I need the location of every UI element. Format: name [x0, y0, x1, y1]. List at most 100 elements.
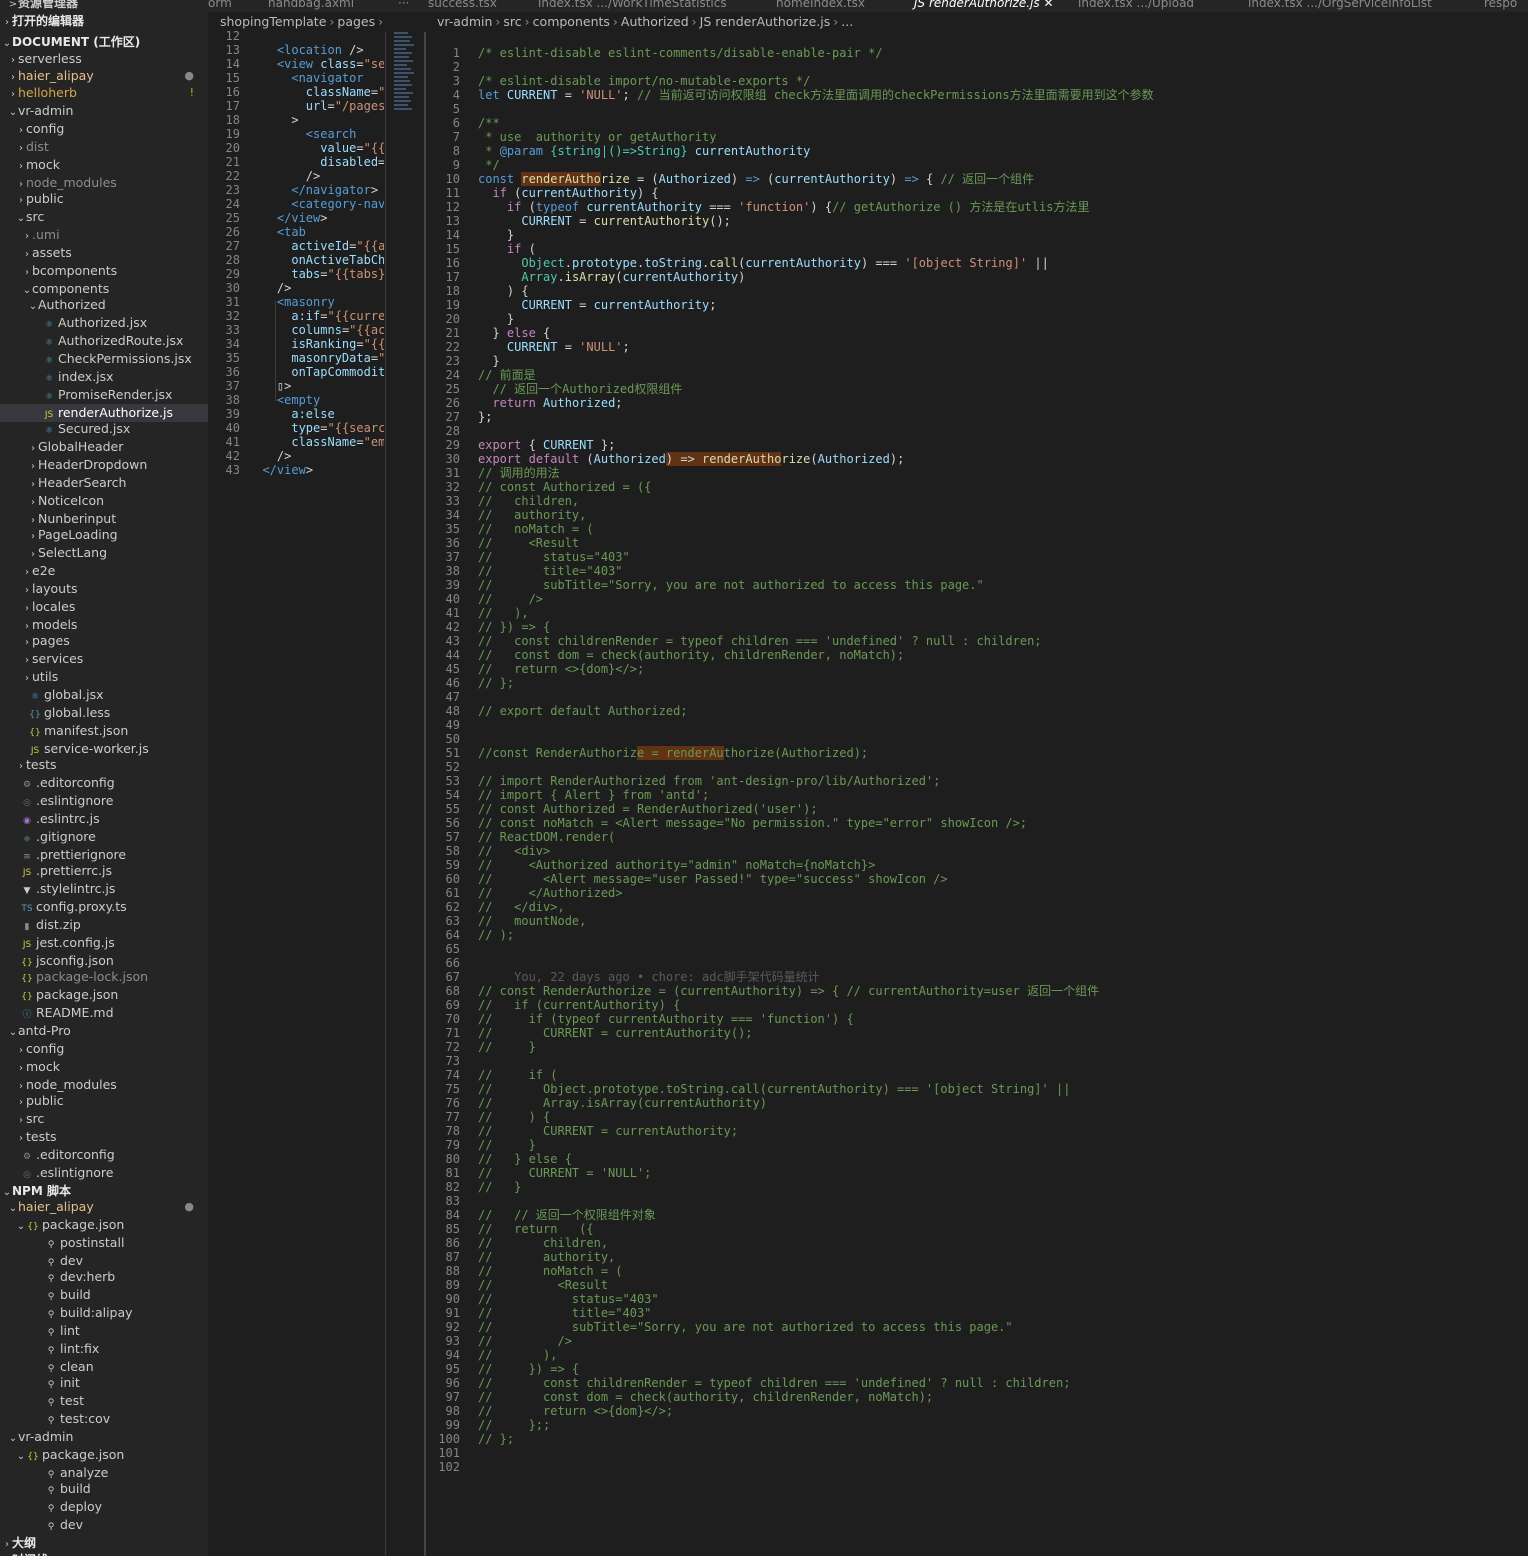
sidebar-tree-item[interactable]: TS config.proxy.ts [0, 898, 208, 916]
code-line[interactable]: // 返回一个Authorized权限组件 [478, 382, 682, 396]
sidebar-tree-item[interactable]: ⌄{} package.json [0, 1446, 208, 1464]
sidebar-section-header[interactable]: ⌄DOCUMENT (工作区) [0, 33, 208, 51]
code-line[interactable]: className=" [248, 85, 384, 99]
sidebar-tree-item[interactable]: ⌄vr-admin [0, 102, 208, 120]
sidebar-tree-item[interactable]: JS jest.config.js [0, 934, 208, 952]
sidebar-tree-item[interactable]: ⚲ dev:herb [0, 1268, 208, 1286]
code-line[interactable]: // if (typeof currentAuthority === 'func… [478, 1012, 854, 1026]
code-line[interactable]: <empty [248, 393, 320, 407]
sidebar-tree-item[interactable]: ⚛ global.jsx [0, 686, 208, 704]
code-line[interactable]: if (currentAuthority) { [478, 186, 658, 200]
chevron-right-icon[interactable]: › [16, 1130, 26, 1146]
code-line[interactable]: // <Result [478, 536, 579, 550]
code-line[interactable]: // ReactDOM.render( [478, 830, 615, 844]
code-line[interactable]: // noMatch = ( [478, 1264, 623, 1278]
code-line[interactable]: // status="403" [478, 550, 630, 564]
breadcrumb-item[interactable]: shopingTemplate [220, 14, 326, 29]
code-line[interactable]: if ( [478, 242, 536, 256]
code-line[interactable]: value="{{ [248, 141, 384, 155]
chevron-right-icon[interactable]: › [16, 122, 26, 138]
left-editor-code[interactable]: <location /> <view class="se <navigator … [248, 29, 384, 1556]
sidebar-tree-item[interactable]: › public [0, 1092, 208, 1110]
chevron-right-icon[interactable]: › [22, 264, 32, 280]
code-line[interactable]: export { CURRENT }; [478, 438, 615, 452]
code-line[interactable]: type="{{searc [248, 421, 384, 435]
editor-split-divider[interactable] [385, 32, 386, 1556]
sidebar-tree-item[interactable]: › layouts [0, 580, 208, 598]
chevron-right-icon[interactable]: › [28, 528, 38, 544]
sidebar-tree-item[interactable]: › tests [0, 756, 208, 774]
chevron-right-icon[interactable]: › [22, 652, 32, 668]
code-line[interactable]: CURRENT = 'NULL'; [478, 340, 630, 354]
code-line[interactable]: className="em [248, 435, 384, 449]
code-line[interactable]: } [478, 354, 499, 368]
sidebar-tree-item[interactable]: › HeaderDropdown [0, 456, 208, 474]
sidebar-tree-item[interactable]: › assets [0, 244, 208, 262]
code-line[interactable]: // // 返回一个权限组件对象 [478, 1208, 656, 1222]
code-line[interactable]: // const Authorized = ({ [478, 480, 651, 494]
sidebar-tree-item[interactable]: ⌄Authorized [0, 296, 208, 314]
sidebar-tree-item[interactable]: › public [0, 190, 208, 208]
code-line[interactable]: // const dom = check(authority, children… [478, 648, 904, 662]
sidebar-tree-item[interactable]: ⚲ lint:fix [0, 1340, 208, 1358]
breadcrumb-item[interactable]: Authorized [621, 14, 689, 29]
sidebar-tree-item[interactable]: ⚛ index.jsx [0, 368, 208, 386]
sidebar-tree-item[interactable]: ⚛ PromiseRender.jsx [0, 386, 208, 404]
chevron-down-icon[interactable]: ⌄ [16, 1448, 26, 1464]
sidebar-tree-item[interactable]: ⓘ README.md [0, 1004, 208, 1022]
code-line[interactable]: // export default Authorized; [478, 704, 688, 718]
sidebar-tree-item[interactable]: › NoticeIcon [0, 492, 208, 510]
tab-active[interactable]: JS renderAuthorize.js ✕ [914, 0, 1054, 12]
sidebar-tree-item[interactable]: ⚲ build [0, 1286, 208, 1304]
sidebar-tree-item[interactable]: ⚲ init [0, 1374, 208, 1392]
code-line[interactable]: CURRENT = currentAuthority(); [478, 214, 731, 228]
code-line[interactable]: // import RenderAuthorized from 'ant-des… [478, 774, 940, 788]
code-line[interactable]: // mountNode, [478, 914, 586, 928]
sidebar-tree-item[interactable]: ⌄src [0, 208, 208, 226]
sidebar-tree-item[interactable]: {} package.json [0, 986, 208, 1004]
sidebar-tree-item[interactable]: › config [0, 1040, 208, 1058]
sidebar-tree-item[interactable]: {} global.less [0, 704, 208, 722]
sidebar-tree-item[interactable]: › e2e [0, 562, 208, 580]
chevron-right-icon[interactable]: › [22, 564, 32, 580]
code-line[interactable]: <category-nav [248, 197, 384, 211]
code-line[interactable]: // ); [478, 928, 514, 942]
code-line[interactable]: You, 22 days ago • chore: adc脚手架代码量统计 [478, 970, 820, 984]
code-line[interactable]: // title="403" [478, 1306, 651, 1320]
chevron-right-icon[interactable]: › [22, 670, 32, 686]
code-line[interactable]: // ), [478, 1348, 557, 1362]
code-line[interactable]: //const RenderAuthorize = renderAuthoriz… [478, 746, 868, 760]
code-line[interactable]: /* eslint-disable eslint-comments/disabl… [478, 46, 883, 60]
sidebar-tree-item[interactable]: › services [0, 650, 208, 668]
code-line[interactable]: columns="{{ac [248, 323, 384, 337]
code-line[interactable]: // CURRENT = currentAuthority; [478, 1124, 738, 1138]
chevron-right-icon[interactable]: › [22, 634, 32, 650]
sidebar-section-header[interactable]: >资源管理器 [0, 0, 208, 12]
chevron-down-icon[interactable]: ⌄ [8, 1024, 18, 1040]
chevron-right-icon[interactable]: › [28, 476, 38, 492]
chevron-right-icon[interactable]: > [8, 0, 18, 12]
chevron-right-icon[interactable]: › [8, 86, 18, 102]
code-line[interactable]: tabs="{{tabs} [248, 267, 384, 281]
chevron-right-icon[interactable]: › [2, 14, 12, 30]
code-line[interactable]: /** [478, 116, 500, 130]
code-line[interactable]: <masonry [248, 295, 335, 309]
tab[interactable]: homeIndex.tsx [776, 0, 865, 12]
tab[interactable]: ··· [398, 0, 409, 12]
sidebar-tree-item[interactable]: › haier_alipay ● [0, 67, 208, 85]
code-line[interactable]: /> [248, 169, 320, 183]
minimap[interactable] [394, 32, 414, 122]
code-line[interactable]: onTapCommodity [248, 365, 384, 379]
sidebar-tree-item[interactable]: ⚛ Secured.jsx [0, 420, 208, 438]
code-line[interactable]: // import { Alert } from 'antd'; [478, 788, 709, 802]
code-line[interactable]: // </div>, [478, 900, 565, 914]
editor-group-divider[interactable] [424, 32, 426, 1556]
right-editor-code[interactable]: /* eslint-disable eslint-comments/disabl… [478, 46, 1528, 1536]
code-line[interactable]: <tab [248, 225, 306, 239]
breadcrumb-item[interactable]: JS renderAuthorize.js [700, 14, 831, 29]
code-line[interactable]: let CURRENT = 'NULL'; // 当前返可访问权限组 check… [478, 88, 1154, 102]
chevron-right-icon[interactable]: › [16, 758, 26, 774]
code-line[interactable]: * use authority or getAuthority [478, 130, 716, 144]
code-line[interactable]: } [478, 228, 514, 242]
sidebar-tree-item[interactable]: JS .prettierrc.js [0, 862, 208, 880]
